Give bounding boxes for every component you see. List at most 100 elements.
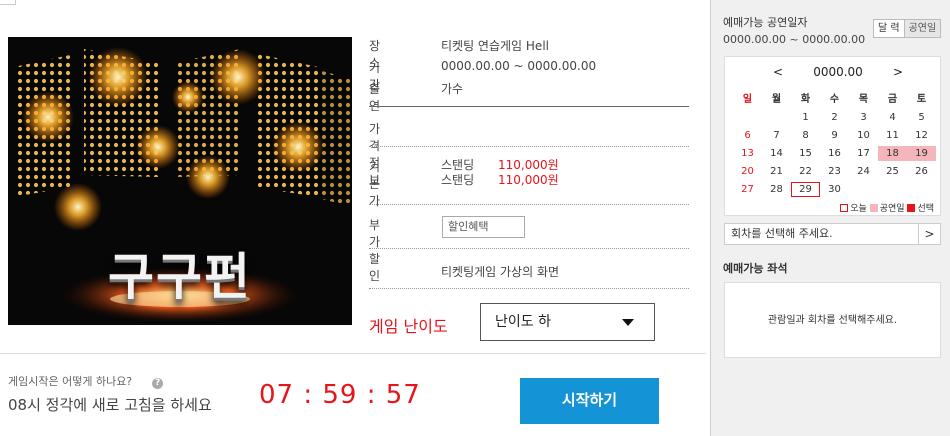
view-toggle: 달 력 공연일: [873, 19, 942, 38]
legend-selected-label: 선택: [917, 204, 934, 214]
help-icon[interactable]: ?: [152, 378, 164, 389]
calendar-empty-cell: [762, 110, 791, 125]
calendar-day[interactable]: 29: [791, 182, 820, 197]
calendar-day[interactable]: 30: [820, 182, 849, 197]
calendar-grid: 일 월 화 수 목 금 토 1 2 3 4 5 6 7 8 9 10 11 12 13 14 15 16 17 18 19 20 21…: [733, 92, 937, 200]
divider: [369, 106, 689, 107]
calendar-week-row: 20 21 22 23 24 25 26: [733, 164, 937, 179]
calendar-day[interactable]: 2: [820, 110, 849, 125]
calendar-day[interactable]: 19: [907, 146, 936, 161]
calendar-day[interactable]: 18: [878, 146, 907, 161]
calendar-week-row: 13 14 15 16 17 18 19: [733, 146, 937, 161]
calendar-day[interactable]: 1: [791, 110, 820, 125]
calendar-day[interactable]: 22: [791, 164, 820, 179]
price-table: 스탠딩 110,000원 스탠딩 110,000원: [441, 158, 559, 188]
base-price-label: 기본가: [369, 160, 381, 208]
weekday-label: 금: [887, 94, 898, 105]
calendar-day[interactable]: 27: [733, 182, 762, 197]
tab-performance-dates[interactable]: 공연일: [903, 20, 941, 37]
seat-title: 예매가능 좌석: [723, 262, 788, 275]
difficulty-label: 게임 난이도: [369, 317, 448, 336]
seat-message: 관람일과 회차를 선택해주세요.: [767, 315, 898, 326]
calendar-empty-cell: [878, 182, 907, 197]
calendar-day[interactable]: 16: [820, 146, 849, 161]
calendar-day[interactable]: 21: [762, 164, 791, 179]
weekday-label: 토: [916, 94, 927, 105]
legend-perf-label: 공연일: [879, 204, 905, 214]
calendar-day[interactable]: 15: [791, 146, 820, 161]
difficulty-value: 난이도 하: [495, 314, 551, 330]
round-placeholder: 회차를 선택해 주세요.: [731, 227, 833, 240]
price-row: 스탠딩 110,000원: [441, 158, 559, 173]
chevron-left-icon[interactable]: <: [771, 65, 785, 79]
legend-selected-swatch: [907, 204, 916, 212]
calendar-day[interactable]: 8: [791, 128, 820, 143]
calendar-month: 0000.00: [813, 65, 863, 79]
calendar-day[interactable]: 25: [878, 164, 907, 179]
price-amount: 110,000원: [498, 173, 559, 187]
difficulty-select[interactable]: 난이도 하: [480, 303, 655, 341]
calendar-day[interactable]: 17: [849, 146, 878, 161]
calendar-day[interactable]: 14: [762, 146, 791, 161]
legend-perf-swatch: [869, 204, 878, 212]
calendar-day[interactable]: 28: [762, 182, 791, 197]
price-seat-name: 스탠딩: [441, 173, 475, 187]
calendar-empty-cell: [733, 110, 762, 125]
calendar-day[interactable]: 9: [820, 128, 849, 143]
chevron-right-icon[interactable]: >: [918, 224, 940, 244]
calendar-weekday-row: 일월화수목금토: [733, 92, 937, 107]
price-row: 스탠딩 110,000원: [441, 173, 559, 188]
venue-value: 티켓팅 연습게임 Hell: [441, 39, 549, 53]
refresh-instruction: 08시 정각에 새로 고침을 하세요: [8, 396, 212, 414]
caret-down-icon: [622, 319, 634, 326]
calendar-week-row: 12345: [733, 110, 937, 125]
weekday-label: 수: [829, 94, 840, 105]
calendar-day[interactable]: 7: [762, 128, 791, 143]
round-select[interactable]: 회차를 선택해 주세요. >: [724, 223, 941, 245]
calendar-empty-cell: [849, 182, 878, 197]
howto-text: 게임시작은 어떻게 하나요??: [8, 373, 164, 389]
panel-title: 예매가능 공연일자: [723, 16, 808, 29]
calendar-day[interactable]: 6: [733, 128, 762, 143]
legend-today-label: 오늘: [850, 204, 867, 214]
weekday-label: 일: [742, 94, 753, 105]
calendar-day[interactable]: 20: [733, 164, 762, 179]
calendar-day[interactable]: 23: [820, 164, 849, 179]
panel-date-range: 0000.00.00 ~ 0000.00.00: [723, 33, 866, 46]
discount-label: 부가할인: [369, 218, 381, 283]
note-text: 티켓팅게임 가상의 화면: [441, 265, 560, 279]
countdown-timer: 07 : 59 : 57: [259, 380, 421, 410]
calendar-day[interactable]: 5: [907, 110, 936, 125]
chevron-right-icon[interactable]: >: [891, 65, 905, 79]
calendar-day[interactable]: 12: [907, 128, 936, 143]
corner-box: [0, 0, 16, 5]
divider: [369, 146, 689, 147]
calendar-day[interactable]: 10: [849, 128, 878, 143]
price-seat-name: 스탠딩: [441, 158, 475, 172]
period-value: 0000.00.00 ~ 0000.00.00: [441, 59, 597, 73]
calendar-day[interactable]: 4: [878, 110, 907, 125]
divider: [369, 248, 689, 249]
legend-today-swatch: [840, 204, 849, 212]
discount-select[interactable]: 할인혜택: [442, 216, 525, 238]
divider: [0, 353, 706, 354]
calendar-day[interactable]: 13: [733, 146, 762, 161]
calendar-legend: 오늘 공연일 선택: [840, 201, 934, 214]
calendar-header: < 0000.00 >: [725, 65, 940, 81]
tab-calendar[interactable]: 달 력: [874, 20, 904, 37]
price-amount: 110,000원: [498, 158, 559, 172]
seat-info-box: 관람일과 회차를 선택해주세요.: [724, 282, 941, 358]
howto-link[interactable]: 게임시작은 어떻게 하나요?: [8, 375, 132, 388]
weekday-label: 화: [800, 94, 811, 105]
calendar-week-row: 6 7 8 9 10 11 12: [733, 128, 937, 143]
calendar: < 0000.00 > 일 월 화 수 목 금 토 1 2 3 4 5 6 7 8 9 10 11 12 13 14 15…: [724, 56, 941, 216]
calendar-empty-cell: [907, 182, 936, 197]
weekday-label: 목: [858, 94, 869, 105]
calendar-day[interactable]: 3: [849, 110, 878, 125]
calendar-day[interactable]: 24: [849, 164, 878, 179]
start-button[interactable]: 시작하기: [520, 378, 659, 424]
calendar-day[interactable]: 11: [878, 128, 907, 143]
calendar-day[interactable]: 26: [907, 164, 936, 179]
weekday-label: 월: [771, 94, 782, 105]
divider: [369, 288, 689, 289]
